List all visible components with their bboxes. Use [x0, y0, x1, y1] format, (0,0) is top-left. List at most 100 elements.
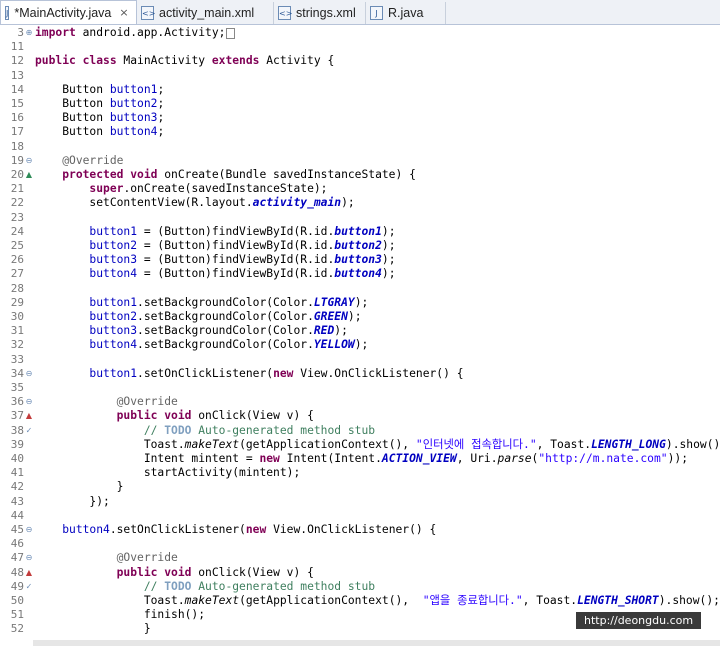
code-line[interactable]: 39 Toast.makeText(getApplicationContext(…	[0, 438, 720, 452]
code-text: Button button4;	[35, 125, 165, 139]
line-number: 31	[10, 324, 24, 338]
horizontal-scrollbar[interactable]	[33, 640, 720, 646]
code-line[interactable]: 34 ⊖ button1.setOnClickListener(new View.…	[0, 367, 720, 381]
fold-minus-icon[interactable]: ⊖	[25, 367, 33, 381]
code-text: button3.setBackgroundColor(Color.RED);	[89, 324, 348, 338]
code-line[interactable]: 43 });	[0, 495, 720, 509]
code-line[interactable]: 18	[0, 140, 720, 154]
fold-minus-icon[interactable]: ⊖	[25, 154, 33, 168]
code-text: button4.setBackgroundColor(Color.YELLOW)…	[89, 338, 369, 352]
fold-minus-icon[interactable]: ⊖	[25, 395, 33, 409]
line-number: 51	[10, 608, 24, 622]
code-text: button4 = (Button)findViewById(R.id.butt…	[89, 267, 396, 281]
java-file-icon: J	[370, 6, 383, 20]
code-text: button3 = (Button)findViewById(R.id.butt…	[89, 253, 396, 267]
line-number: 16	[10, 111, 24, 125]
line-number: 13	[10, 68, 24, 82]
code-text: }	[35, 622, 151, 636]
code-line[interactable]: 17 Button button4;	[0, 125, 720, 139]
code-text: button1 = (Button)findViewById(R.id.butt…	[89, 224, 396, 238]
tab-r-java[interactable]: J R.java	[366, 2, 446, 24]
code-line[interactable]: 26 button3 = (Button)findViewById(R.id.b…	[0, 253, 720, 267]
tab-label: R.java	[388, 6, 424, 20]
code-text: finish();	[35, 608, 206, 622]
line-number: 12	[10, 54, 24, 68]
code-line[interactable]: 15 Button button2;	[0, 97, 720, 111]
code-line[interactable]: 14 Button button1;	[0, 83, 720, 97]
code-line[interactable]: 23	[0, 211, 720, 225]
code-text: button2 = (Button)findViewById(R.id.butt…	[89, 239, 396, 252]
fold-minus-icon[interactable]: ⊖	[25, 523, 33, 537]
code-line[interactable]: 36 ⊖ @Override	[0, 395, 720, 409]
tab-label: *MainActivity.java	[14, 5, 112, 20]
code-line[interactable]: 13	[0, 69, 720, 83]
code-text: public class MainActivity extends Activi…	[35, 54, 335, 68]
tab-mainactivity-java[interactable]: J *MainActivity.java ×	[0, 0, 137, 24]
line-number: 43	[10, 494, 24, 508]
code-text: Intent mintent = new Intent(Intent.ACTIO…	[35, 452, 688, 465]
line-number: 24	[10, 224, 24, 238]
code-text: Button button3;	[35, 111, 165, 125]
watermark-url: http://deongdu.com	[576, 612, 702, 629]
code-editor[interactable]: 3 ⊕ import android.app.Activity; 11 12 public…	[0, 25, 720, 646]
close-icon[interactable]: ×	[119, 6, 128, 19]
line-number: 27	[10, 267, 24, 281]
xml-file-icon: <>	[141, 6, 155, 20]
code-line[interactable]: 44	[0, 509, 720, 523]
tab-activity-main-xml[interactable]: <> activity_main.xml	[137, 2, 274, 24]
code-text: protected void onCreate(Bundle savedInst…	[62, 168, 416, 181]
code-line[interactable]: 31 button3.setBackgroundColor(Color.RED)…	[0, 324, 720, 338]
code-line[interactable]: 19 ⊖ @Override	[0, 154, 720, 168]
code-line[interactable]: 21 super.onCreate(savedInstanceState);	[0, 182, 720, 196]
code-line[interactable]: 48 ▲ public void onClick(View v) {	[0, 566, 720, 580]
code-text: @Override	[116, 395, 178, 409]
code-line[interactable]: 28	[0, 282, 720, 296]
fold-minus-icon[interactable]: ⊖	[25, 551, 33, 565]
line-number: 46	[10, 537, 24, 551]
code-text: public void onClick(View v) {	[116, 565, 314, 579]
code-line[interactable]: 40 Intent mintent = new Intent(Intent.AC…	[0, 452, 720, 466]
line-number: 40	[10, 452, 24, 465]
fold-plus-icon[interactable]: ⊕	[25, 26, 33, 40]
line-number: 48	[10, 565, 24, 579]
code-line[interactable]: 16 Button button3;	[0, 111, 720, 125]
code-line[interactable]: 27 button4 = (Button)findViewById(R.id.b…	[0, 267, 720, 281]
code-line[interactable]: 25 button2 = (Button)findViewById(R.id.b…	[0, 239, 720, 253]
java-file-icon: J	[5, 5, 10, 20]
code-line[interactable]: 32 button4.setBackgroundColor(Color.YELL…	[0, 338, 720, 352]
line-number: 21	[10, 182, 24, 196]
code-line[interactable]: 12 public class MainActivity extends Acti…	[0, 54, 720, 68]
code-text: button4.setOnClickListener(new View.OnCl…	[62, 523, 437, 536]
line-number: 39	[10, 437, 24, 451]
code-line[interactable]: 41 startActivity(mintent);	[0, 466, 720, 480]
line-number: 35	[10, 381, 24, 394]
code-text: button1.setBackgroundColor(Color.LTGRAY)…	[89, 295, 369, 309]
code-line[interactable]: 3 ⊕ import android.app.Activity;	[0, 26, 720, 40]
code-line[interactable]: 50 Toast.makeText(getApplicationContext(…	[0, 594, 720, 608]
code-text: startActivity(mintent);	[35, 466, 301, 480]
code-line[interactable]: 47 ⊖ @Override	[0, 551, 720, 565]
code-line[interactable]: 30 button2.setBackgroundColor(Color.GREE…	[0, 310, 720, 324]
code-line[interactable]: 22 setContentView(R.layout.activity_main…	[0, 196, 720, 210]
code-line[interactable]: 24 button1 = (Button)findViewById(R.id.b…	[0, 225, 720, 239]
code-line[interactable]: 29 button1.setBackgroundColor(Color.LTGR…	[0, 296, 720, 310]
code-line[interactable]: 37 ▲ public void onClick(View v) {	[0, 409, 720, 423]
line-number: 38	[10, 423, 24, 437]
code-line[interactable]: 42 }	[0, 480, 720, 494]
code-text: Button button1;	[35, 82, 165, 96]
code-line[interactable]: 46	[0, 537, 720, 551]
line-number: 41	[10, 466, 24, 480]
code-line[interactable]: 49 ✓ // TODO Auto-generated method stub	[0, 580, 720, 594]
line-number: 47	[10, 551, 24, 565]
code-line[interactable]: 20 ▲ protected void onCreate(Bundle saved…	[0, 168, 720, 182]
code-line[interactable]: 11	[0, 40, 720, 54]
code-line[interactable]: 45 ⊖ button4.setOnClickListener(new View.…	[0, 523, 720, 537]
code-text: });	[35, 494, 110, 508]
code-line[interactable]: 35	[0, 381, 720, 395]
tab-strings-xml[interactable]: <> strings.xml	[274, 2, 366, 24]
code-line[interactable]: 38 ✓ // TODO Auto-generated method stub	[0, 424, 720, 438]
code-line[interactable]: 33	[0, 353, 720, 367]
line-number: 22	[10, 196, 24, 210]
line-number: 29	[10, 295, 24, 309]
tab-label: activity_main.xml	[159, 6, 255, 20]
